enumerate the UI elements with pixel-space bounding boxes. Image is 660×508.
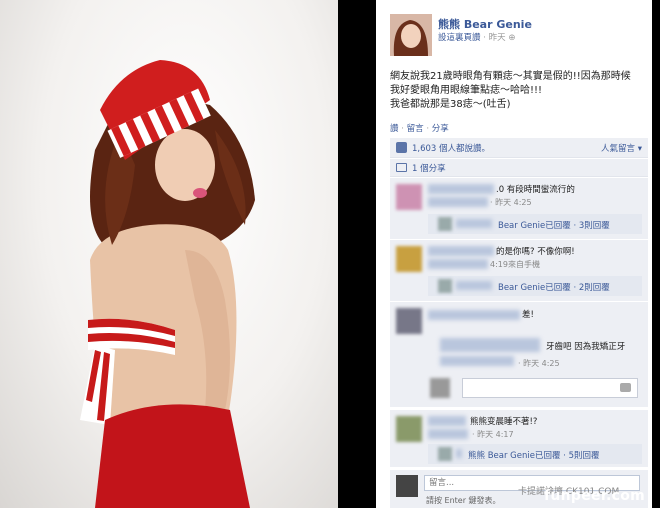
sort-comments-dropdown[interactable]: 人氣留言 ▾ xyxy=(601,142,642,154)
share-summary: 1 個分享 xyxy=(390,159,648,177)
commenter-avatar[interactable] xyxy=(396,184,422,210)
comment-text: 熊熊变晨睡不著!? xyxy=(470,417,538,427)
comment-item: .0 有段時間蠻流行的 · 昨天 4:25 Bear Genie已回覆 · 3則… xyxy=(390,178,648,240)
reply-time: · 昨天 4:25 xyxy=(518,359,560,368)
enter-hint: 請按 Enter 鍵發表。 xyxy=(426,496,501,505)
share-action[interactable]: 分享 xyxy=(432,124,449,134)
post-header: 熊熊 Bear Genie 設這裏頁讚 · 昨天 ⊕ xyxy=(390,14,646,60)
comment-text: 的是你嗎? 不像你啊! xyxy=(496,247,575,257)
reply-name-blur xyxy=(456,449,462,458)
commenter-name[interactable] xyxy=(428,416,466,426)
commenter-avatar[interactable] xyxy=(396,416,422,442)
post-text-line: 我爸都說那是38痣～(吐舌) xyxy=(390,99,511,110)
globe-icon: ⊕ xyxy=(508,33,516,43)
comment-text: .0 有段時間蠻流行的 xyxy=(496,185,575,195)
post-meta: 設這裏頁讚 · 昨天 ⊕ xyxy=(438,31,515,43)
post-actions: 讚 · 留言 · 分享 xyxy=(390,124,449,134)
commenter-name[interactable] xyxy=(428,310,520,320)
post-photo[interactable] xyxy=(0,0,338,508)
brand-watermark: funpeer.com xyxy=(544,488,646,504)
like-count[interactable]: 1,603 xyxy=(412,144,436,154)
reply-avatar xyxy=(438,279,452,293)
reply-name-blur xyxy=(456,281,492,290)
photo-frame-gap xyxy=(338,0,376,508)
comment-like-link[interactable] xyxy=(428,259,488,269)
commenter-avatar[interactable] xyxy=(396,308,422,334)
comment-time: · 昨天 4:25 xyxy=(490,198,532,207)
commenter-name[interactable] xyxy=(428,246,494,256)
camera-icon[interactable] xyxy=(620,383,631,392)
reply-avatar xyxy=(438,217,452,231)
page-name-link[interactable]: 熊熊 Bear Genie xyxy=(438,16,532,32)
reply-text: 牙齒吧 因為我矯正牙 xyxy=(546,342,626,352)
reply-summary[interactable]: Bear Genie已回覆 · 3則回覆 xyxy=(428,214,642,234)
reply-summary-text: 熊熊 Bear Genie已回覆 · 5則回覆 xyxy=(468,451,600,461)
comment-like-link[interactable] xyxy=(428,197,488,207)
post-text-line: 網友說我21歲時眼角有顆痣～其實是假的!!因為那時候 xyxy=(390,71,631,82)
commenter-name[interactable] xyxy=(428,184,494,194)
page-avatar[interactable] xyxy=(390,14,432,56)
post-sidebar: 熊熊 Bear Genie 設這裏頁讚 · 昨天 ⊕ 網友說我21歲時眼角有顆痣… xyxy=(376,0,652,508)
comment-time: 4:19來自手機 xyxy=(490,260,540,269)
reply-summary[interactable]: 熊熊 Bear Genie已回覆 · 5則回覆 xyxy=(428,444,642,464)
scrollbar[interactable] xyxy=(652,0,660,508)
post-text-line: 我好愛眼角用眼線筆點痣～哈哈!!! xyxy=(390,85,543,96)
like-summary: 1,603 個人都說讚。 人氣留言 ▾ xyxy=(390,138,648,158)
post-body: 網友說我21歲時眼角有顆痣～其實是假的!!因為那時候 我好愛眼角用眼線筆點痣～哈… xyxy=(390,70,648,112)
like-label[interactable]: 個人都說讚。 xyxy=(436,144,490,154)
like-count-text: 1,603 個人都說讚。 xyxy=(412,142,490,154)
sort-label: 人氣留言 xyxy=(601,144,636,154)
comment-item: 熊熊变晨睡不著!? · 昨天 4:17 熊熊 Bear Genie已回覆 · 5… xyxy=(390,410,648,468)
reply-avatar xyxy=(438,447,452,461)
chevron-down-icon: ▾ xyxy=(637,144,642,154)
comment-action[interactable]: 留言 xyxy=(407,124,424,134)
reply-name-blur xyxy=(456,219,492,228)
viewer-avatar xyxy=(430,378,450,398)
comment-text: 差! xyxy=(522,310,534,320)
reply-name-blur[interactable] xyxy=(440,338,540,352)
reply-summary[interactable]: Bear Genie已回覆 · 2則回覆 xyxy=(428,276,642,296)
post-timestamp: · 昨天 xyxy=(480,33,509,43)
like-page-link[interactable]: 設這裏頁讚 xyxy=(438,33,481,43)
commenter-avatar[interactable] xyxy=(396,246,422,272)
reply-summary-text: Bear Genie已回覆 · 3則回覆 xyxy=(498,221,610,231)
comment-time: · 昨天 4:17 xyxy=(472,430,514,439)
reply-summary-text: Bear Genie已回覆 · 2則回覆 xyxy=(498,283,610,293)
share-count[interactable]: 1 個分享 xyxy=(412,162,446,174)
reply-input[interactable] xyxy=(462,378,638,398)
photo-illustration xyxy=(80,60,255,508)
share-icon xyxy=(396,163,407,172)
like-action[interactable]: 讚 xyxy=(390,124,399,134)
comment-item: 的是你嗎? 不像你啊! 4:19來自手機 Bear Genie已回覆 · 2則回… xyxy=(390,240,648,302)
viewer-avatar xyxy=(396,475,418,497)
reply-author-blur[interactable] xyxy=(440,356,514,366)
thumbs-up-icon xyxy=(396,142,407,153)
comment-like-link[interactable] xyxy=(428,429,468,439)
